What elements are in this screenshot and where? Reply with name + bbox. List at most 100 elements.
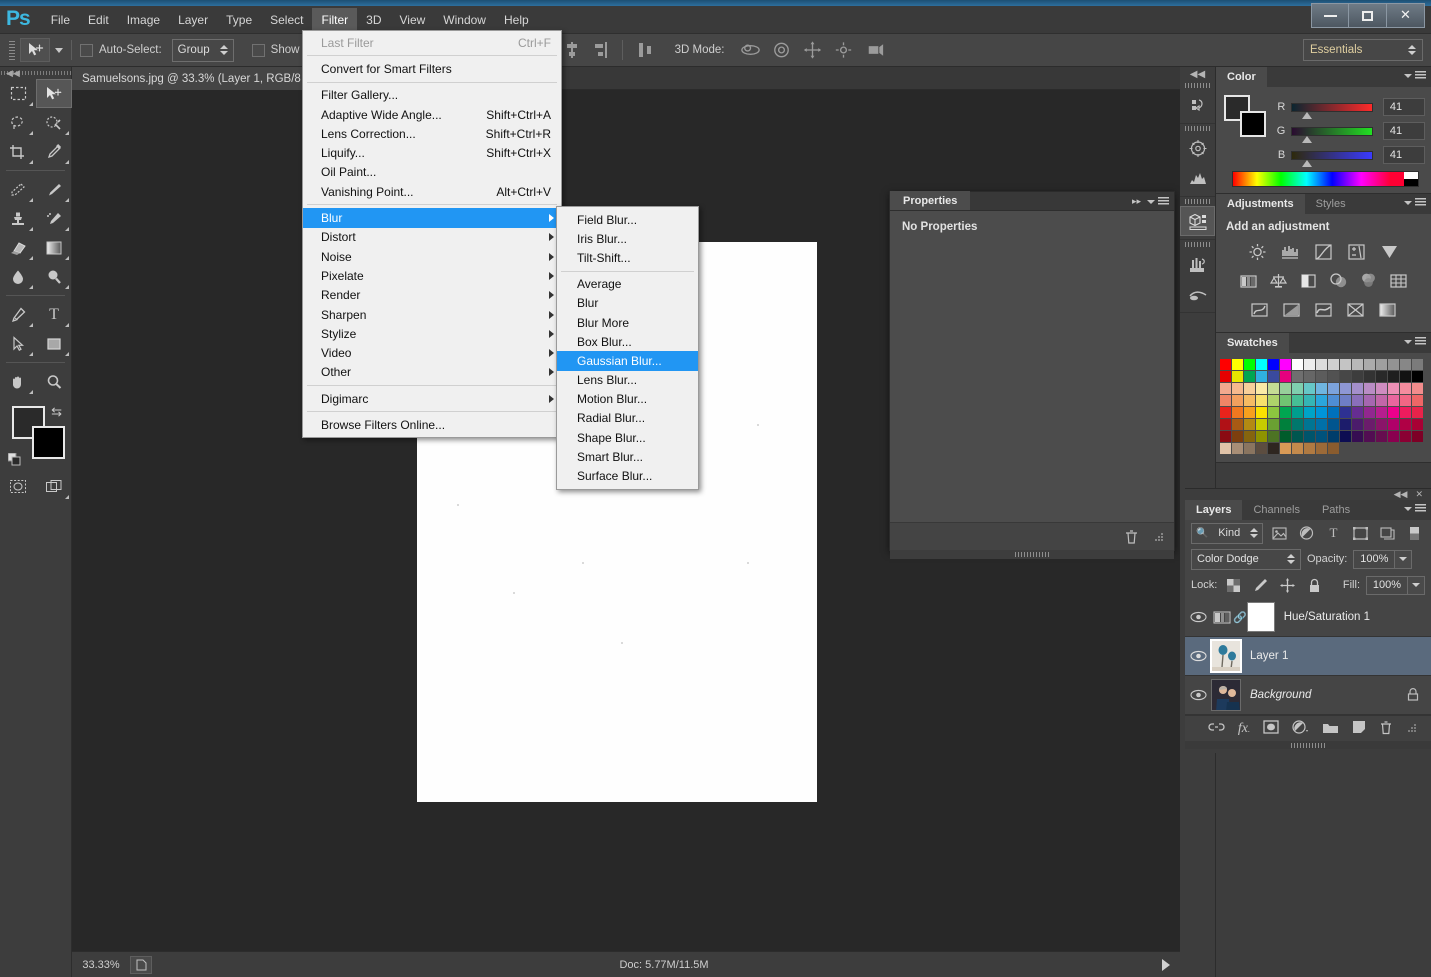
- opacity-value[interactable]: 100%: [1353, 549, 1396, 569]
- swatch[interactable]: [1280, 359, 1291, 370]
- swatches-menu-icon[interactable]: [1415, 337, 1426, 346]
- blur-menu-item-average[interactable]: Average: [557, 275, 698, 294]
- blur-menu-item-blur[interactable]: Blur: [557, 294, 698, 313]
- swatch[interactable]: [1292, 419, 1303, 430]
- swatch[interactable]: [1304, 431, 1315, 442]
- photo-filter-icon[interactable]: [1327, 270, 1350, 291]
- opacity-chevron-down-icon[interactable]: [1395, 549, 1413, 569]
- 3d-slide-icon[interactable]: [832, 39, 855, 61]
- filter-shape-icon[interactable]: [1350, 523, 1371, 544]
- swatch[interactable]: [1316, 407, 1327, 418]
- color-balance-icon[interactable]: [1267, 270, 1290, 291]
- menu-file[interactable]: File: [42, 8, 79, 32]
- swatch[interactable]: [1328, 407, 1339, 418]
- layer-filter-select[interactable]: 🔍 Kind: [1191, 522, 1263, 544]
- filter-menu-item-browse-filters-online[interactable]: Browse Filters Online...: [303, 415, 561, 434]
- tab-adjustments[interactable]: Adjustments: [1216, 194, 1305, 214]
- maximize-button[interactable]: [1349, 3, 1387, 28]
- gradient-tool[interactable]: [36, 233, 72, 262]
- screen-mode-button[interactable]: [36, 472, 72, 501]
- filter-menu-item-distort[interactable]: Distort: [303, 228, 561, 247]
- swatch[interactable]: [1400, 359, 1411, 370]
- slider-g[interactable]: [1291, 126, 1373, 143]
- swatch[interactable]: [1244, 383, 1255, 394]
- filter-menu-item-render[interactable]: Render: [303, 286, 561, 305]
- swatch[interactable]: [1316, 419, 1327, 430]
- swatch[interactable]: [1400, 383, 1411, 394]
- layers-menu-triangle-icon[interactable]: [1404, 506, 1412, 511]
- swatch[interactable]: [1232, 359, 1243, 370]
- rail-grip-1[interactable]: [1180, 81, 1215, 90]
- swatch[interactable]: [1256, 407, 1267, 418]
- show-transform-checkbox[interactable]: [251, 43, 265, 57]
- auto-select-scope-select[interactable]: Group: [171, 38, 234, 62]
- swatch[interactable]: [1304, 383, 1315, 394]
- swatch[interactable]: [1400, 407, 1411, 418]
- pen-tool[interactable]: [0, 300, 36, 329]
- menu-view[interactable]: View: [391, 8, 435, 32]
- slider-b[interactable]: [1291, 150, 1373, 167]
- collapse-icon[interactable]: ◀◀: [1394, 489, 1408, 500]
- swatch[interactable]: [1232, 419, 1243, 430]
- filter-pixel-icon[interactable]: [1269, 523, 1290, 544]
- menu-3d[interactable]: 3D: [357, 8, 390, 32]
- hand-tool[interactable]: [0, 367, 36, 396]
- color-spectrum-ramp[interactable]: [1232, 171, 1419, 187]
- adjustments-menu-triangle-icon[interactable]: [1404, 200, 1412, 205]
- swatch[interactable]: [1244, 359, 1255, 370]
- hue-saturation-icon[interactable]: [1237, 270, 1260, 291]
- swatch[interactable]: [1232, 383, 1243, 394]
- fx-icon[interactable]: fx.: [1238, 721, 1250, 737]
- dodge-tool[interactable]: [36, 262, 72, 291]
- swatch[interactable]: [1244, 371, 1255, 382]
- table-row[interactable]: Background: [1185, 676, 1431, 715]
- layers-resize-grip[interactable]: [1185, 741, 1431, 749]
- path-selection-tool[interactable]: [0, 329, 36, 358]
- swatch[interactable]: [1388, 419, 1399, 430]
- invert-icon[interactable]: [1248, 299, 1271, 320]
- adjustment-layer-thumb[interactable]: [1211, 607, 1233, 628]
- filter-menu-item-last-filter[interactable]: Last Filter Ctrl+F: [303, 33, 561, 52]
- background-color-swatch[interactable]: [32, 426, 65, 459]
- navigator-icon[interactable]: [1180, 133, 1215, 163]
- align-horizontal-center-icon[interactable]: [561, 39, 583, 61]
- tab-paths[interactable]: Paths: [1311, 500, 1361, 520]
- new-group-icon[interactable]: [1322, 721, 1339, 737]
- swatch[interactable]: [1412, 383, 1423, 394]
- levels-icon[interactable]: [1279, 241, 1302, 262]
- blur-menu-item-field-blur[interactable]: Field Blur...: [557, 210, 698, 229]
- layer-name[interactable]: Hue/Saturation 1: [1284, 611, 1431, 623]
- menu-select[interactable]: Select: [261, 8, 312, 32]
- swatch[interactable]: [1340, 395, 1351, 406]
- swatch[interactable]: [1352, 359, 1363, 370]
- swatch[interactable]: [1376, 431, 1387, 442]
- swatch[interactable]: [1328, 395, 1339, 406]
- filter-menu-item-filter-gallery[interactable]: Filter Gallery...: [303, 86, 561, 105]
- type-tool[interactable]: T: [36, 300, 72, 329]
- swatch[interactable]: [1340, 383, 1351, 394]
- swatch[interactable]: [1220, 407, 1231, 418]
- layer-name[interactable]: Background: [1250, 689, 1407, 701]
- rail-grip-3[interactable]: [1180, 197, 1215, 206]
- swatch[interactable]: [1220, 383, 1231, 394]
- swatch[interactable]: [1364, 359, 1375, 370]
- zoom-level[interactable]: 33.33%: [72, 959, 130, 971]
- swatch[interactable]: [1352, 371, 1363, 382]
- swatch[interactable]: [1376, 407, 1387, 418]
- link-mask-icon[interactable]: 🔗: [1233, 611, 1247, 624]
- swatch[interactable]: [1268, 419, 1279, 430]
- swatch[interactable]: [1352, 431, 1363, 442]
- rectangle-tool[interactable]: [36, 329, 72, 358]
- color-lookup-icon[interactable]: [1387, 270, 1410, 291]
- swatch[interactable]: [1292, 395, 1303, 406]
- swatch[interactable]: [1412, 419, 1423, 430]
- swatch[interactable]: [1292, 443, 1303, 454]
- 3d-pan-icon[interactable]: [801, 39, 824, 61]
- tab-properties[interactable]: Properties: [890, 191, 971, 210]
- swatch[interactable]: [1364, 431, 1375, 442]
- filter-menu-item-digimarc[interactable]: Digimarc: [303, 389, 561, 408]
- filter-toggle-icon[interactable]: [1404, 523, 1425, 544]
- tab-layers[interactable]: Layers: [1185, 500, 1243, 520]
- tab-styles[interactable]: Styles: [1305, 194, 1357, 214]
- swatch[interactable]: [1412, 371, 1423, 382]
